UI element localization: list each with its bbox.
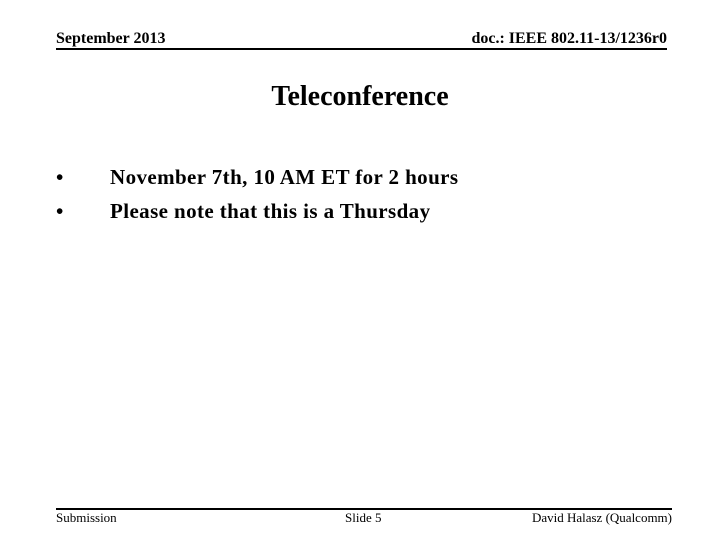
header-doc-id: doc.: IEEE 802.11-13/1236r0	[471, 30, 667, 47]
bullet-icon: •	[56, 199, 64, 223]
footer-slide-number: Slide 5	[345, 510, 382, 525]
bullet-text: November 7th, 10 AM ET for 2 hours	[110, 165, 459, 189]
footer-submission: Submission	[56, 510, 117, 525]
slide-title: Teleconference	[271, 81, 449, 112]
bullet-icon: •	[56, 165, 64, 189]
bullet-text: Please note that this is a Thursday	[110, 199, 431, 223]
header-divider	[56, 48, 667, 50]
footer-author: David Halasz (Qualcomm)	[531, 510, 672, 525]
header-date: September 2013	[56, 30, 166, 47]
